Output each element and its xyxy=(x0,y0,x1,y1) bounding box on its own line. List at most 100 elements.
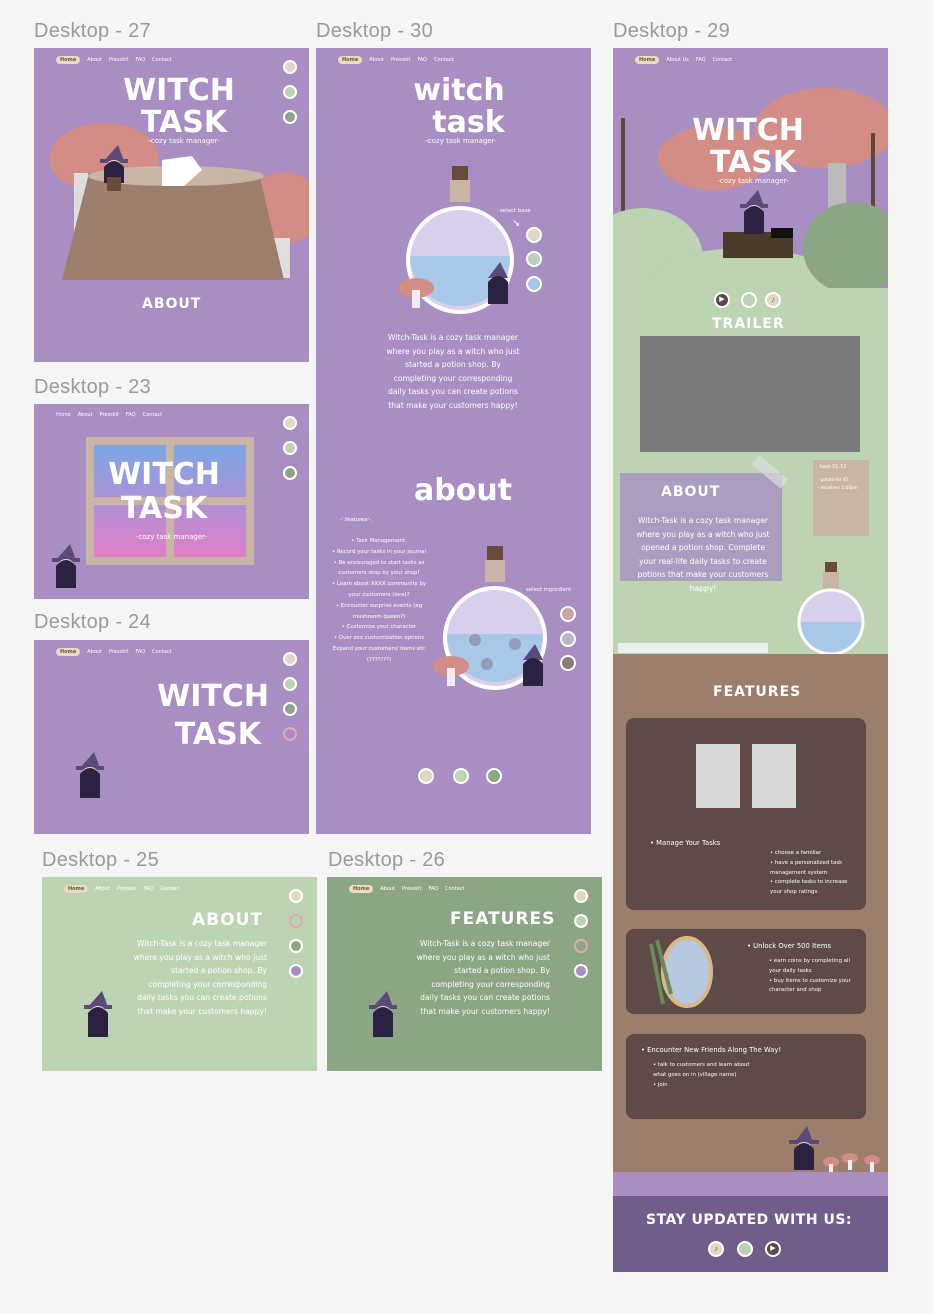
color-swatch-green[interactable] xyxy=(283,466,297,480)
color-swatch-cream[interactable] xyxy=(283,60,297,74)
tiktok-icon[interactable]: ♪ xyxy=(765,292,781,308)
about-description: Witch-Task is a cozy task manager where y… xyxy=(636,516,770,593)
nav-home[interactable]: Home xyxy=(635,56,660,64)
color-swatch-sage[interactable] xyxy=(283,441,297,455)
feature-image-1 xyxy=(696,744,740,808)
nav-faq[interactable]: FAQ xyxy=(696,57,706,63)
frame-label-27[interactable]: Desktop - 27 xyxy=(34,20,151,43)
color-swatch-green[interactable] xyxy=(574,939,588,953)
nav-about[interactable]: About xyxy=(78,412,93,418)
color-swatch-purple[interactable] xyxy=(283,727,297,741)
ingredient-mushroom[interactable] xyxy=(560,606,576,622)
base-option-cream[interactable] xyxy=(526,227,542,243)
feature-image-2 xyxy=(752,744,796,808)
about-heading[interactable]: about xyxy=(408,476,518,506)
color-swatch-purple[interactable] xyxy=(289,964,303,978)
nav-home[interactable]: Home xyxy=(338,56,363,64)
color-swatch-sage[interactable] xyxy=(283,677,297,691)
about-heading[interactable]: ABOUT xyxy=(192,910,263,930)
frame-label-23[interactable]: Desktop - 23 xyxy=(34,376,151,399)
nav-home[interactable]: Home xyxy=(56,648,81,656)
tiktok-icon[interactable]: ♪ xyxy=(708,1241,724,1257)
color-swatch-sage[interactable] xyxy=(574,914,588,928)
social-icon[interactable] xyxy=(737,1241,753,1257)
color-swatch-sage[interactable] xyxy=(283,85,297,99)
frame-desktop-30[interactable]: Home About Presskit FAQ Contact witch ta… xyxy=(316,48,591,834)
nav-bar: Home About Presskit FAQ Contact xyxy=(338,56,454,64)
features-heading[interactable]: FEATURES xyxy=(713,684,801,700)
frame-label-24[interactable]: Desktop - 24 xyxy=(34,611,151,634)
hero-subtitle: -cozy task manager- xyxy=(717,177,789,185)
feature-title-friends: • Encounter New Friends Along The Way! xyxy=(641,1046,782,1054)
nav-presskit[interactable]: Presskit xyxy=(100,412,119,418)
ingredient-stone[interactable] xyxy=(560,631,576,647)
nav-presskit[interactable]: Presskit xyxy=(117,886,136,892)
feature-title-tasks: • Manage Your Tasks xyxy=(650,839,721,847)
nav-contact[interactable]: Contact xyxy=(152,649,171,655)
nav-faq[interactable]: FAQ xyxy=(428,886,438,892)
frame-desktop-29[interactable]: Home About Us FAQ Contact WITCH TASK -co… xyxy=(613,48,888,1272)
nav-presskit[interactable]: Presskit xyxy=(402,886,421,892)
color-swatch-purple[interactable] xyxy=(574,964,588,978)
potion-flask-illustration xyxy=(398,166,514,314)
nav-contact[interactable]: Contact xyxy=(434,57,453,63)
base-option-blue[interactable] xyxy=(526,276,542,292)
base-option-sage[interactable] xyxy=(526,251,542,267)
color-swatch-sage[interactable] xyxy=(453,768,469,784)
trailer-video-player[interactable] xyxy=(640,336,860,452)
about-heading[interactable]: ABOUT xyxy=(661,484,720,500)
frame-desktop-23[interactable]: Home About Presskit FAQ Contact WITCH TA… xyxy=(34,404,309,599)
frame-desktop-25[interactable]: Home About Presskit FAQ Contact ABOUT Wi… xyxy=(42,877,317,1071)
nav-about-us[interactable]: About Us xyxy=(666,57,689,63)
nav-home[interactable]: Home xyxy=(349,885,374,893)
frame-label-25[interactable]: Desktop - 25 xyxy=(42,849,159,872)
witch-and-mushrooms xyxy=(789,1126,880,1172)
feature-title-items: • Unlock Over 500 Items xyxy=(747,942,831,950)
nav-faq[interactable]: FAQ xyxy=(417,57,427,63)
color-swatch-cream[interactable] xyxy=(283,652,297,666)
nav-about[interactable]: About xyxy=(95,886,110,892)
nav-about[interactable]: About xyxy=(380,886,395,892)
feature-details-friends: • talk to customers and learn about what … xyxy=(653,1062,750,1088)
color-swatch-green[interactable] xyxy=(289,939,303,953)
features-heading[interactable]: FEATURES xyxy=(450,909,555,929)
color-swatch-cream[interactable] xyxy=(418,768,434,784)
color-swatch-green[interactable] xyxy=(283,110,297,124)
nav-about[interactable]: About xyxy=(369,57,384,63)
nav-faq[interactable]: FAQ xyxy=(143,886,153,892)
nav-contact[interactable]: Contact xyxy=(713,57,732,63)
witch-character xyxy=(100,145,128,191)
nav-presskit[interactable]: Presskit xyxy=(109,649,128,655)
youtube-icon[interactable]: ▶ xyxy=(714,292,730,308)
color-swatch-cream[interactable] xyxy=(289,889,303,903)
task-note-card: task 01.12 - potato for 45- deadline: 5:… xyxy=(813,460,869,536)
social-icon[interactable] xyxy=(741,292,757,308)
color-swatch-green[interactable] xyxy=(486,768,502,784)
color-swatch-green[interactable] xyxy=(283,702,297,716)
frame-label-26[interactable]: Desktop - 26 xyxy=(328,849,445,872)
nav-home[interactable]: Home xyxy=(64,885,89,893)
nav-contact[interactable]: Contact xyxy=(143,412,162,418)
color-swatch-cream[interactable] xyxy=(283,416,297,430)
frame-desktop-27[interactable]: Home About Presskit FAQ Contact WITCH TA… xyxy=(34,48,309,362)
trailer-heading: TRAILER xyxy=(712,316,785,332)
color-swatch-sage[interactable] xyxy=(289,914,303,928)
frame-label-30[interactable]: Desktop - 30 xyxy=(316,20,433,43)
nav-presskit[interactable]: Presskit xyxy=(391,57,410,63)
frame-desktop-26[interactable]: Home About Presskit FAQ Contact FEATURES… xyxy=(327,877,602,1071)
about-description: Witch-Task is a cozy task manager where y… xyxy=(133,939,267,1016)
youtube-icon[interactable]: ▶ xyxy=(765,1241,781,1257)
nav-faq[interactable]: FAQ xyxy=(135,649,145,655)
frame-desktop-24[interactable]: Home About Presskit FAQ Contact WITCH TA… xyxy=(34,640,309,834)
about-heading[interactable]: ABOUT xyxy=(142,296,201,312)
nav-contact[interactable]: Contact xyxy=(160,886,179,892)
frame-label-29[interactable]: Desktop - 29 xyxy=(613,20,730,43)
ingredient-bottle[interactable] xyxy=(560,655,576,671)
potion-flask-illustration xyxy=(797,562,865,656)
nav-faq[interactable]: FAQ xyxy=(126,412,136,418)
color-swatch-cream[interactable] xyxy=(574,889,588,903)
nav-contact[interactable]: Contact xyxy=(445,886,464,892)
nav-about[interactable]: About xyxy=(87,649,102,655)
nav-bar: Home About Presskit FAQ Contact xyxy=(64,885,180,893)
nav-home[interactable]: Home xyxy=(56,412,71,418)
